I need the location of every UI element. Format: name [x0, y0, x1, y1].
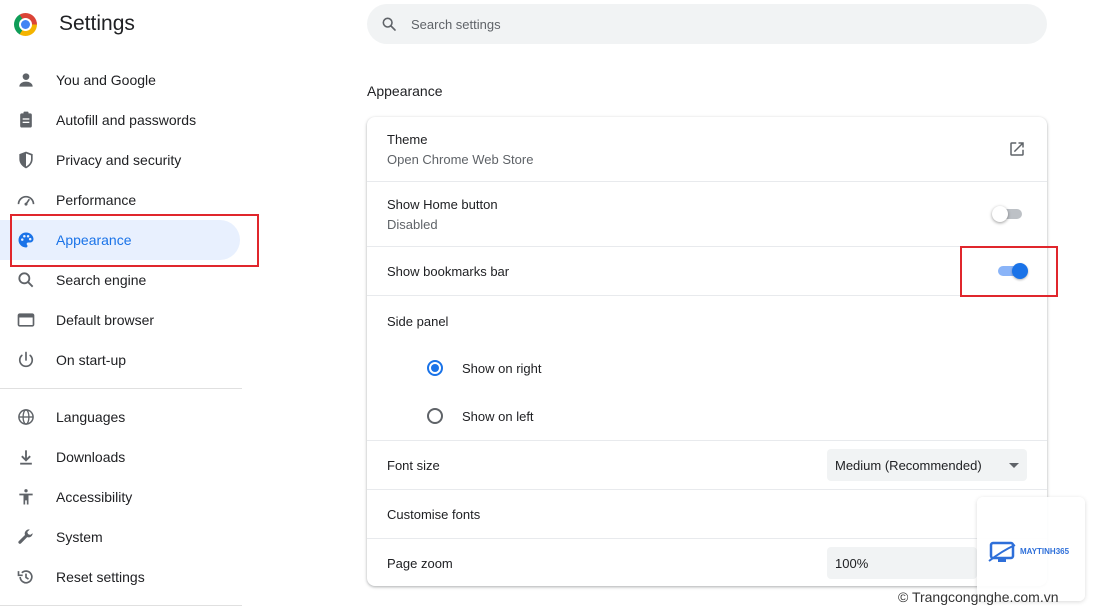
- theme-sublabel: Open Chrome Web Store: [387, 152, 534, 167]
- radio-show-on-right-label: Show on right: [462, 361, 542, 376]
- sidebar-divider: [0, 605, 242, 606]
- person-icon: [19, 73, 33, 87]
- sidebar-item-label: Reset settings: [56, 569, 145, 585]
- sidebar-item-you-and-google[interactable]: You and Google: [0, 60, 242, 100]
- customise-fonts-label: Customise fonts: [387, 507, 481, 522]
- home-button-toggle[interactable]: [992, 202, 1024, 226]
- search-bar[interactable]: [367, 4, 1047, 44]
- search-input[interactable]: [411, 4, 1011, 44]
- sidebar-item-on-startup[interactable]: On start-up: [0, 340, 242, 380]
- side-panel-label: Side panel: [387, 314, 449, 329]
- sidebar-item-default-browser[interactable]: Default browser: [0, 300, 242, 340]
- sidebar-item-downloads[interactable]: Downloads: [0, 437, 242, 477]
- sidebar-item-label: You and Google: [56, 72, 156, 88]
- toggle-knob: [992, 206, 1008, 222]
- globe-icon: [18, 409, 34, 425]
- speedometer-icon: [17, 195, 35, 206]
- font-size-select[interactable]: Medium (Recommended): [827, 449, 1027, 481]
- sidebar-item-privacy[interactable]: Privacy and security: [0, 140, 242, 180]
- sidebar-item-label: Autofill and passwords: [56, 112, 197, 128]
- sidebar-item-label: Privacy and security: [56, 152, 182, 168]
- sidebar-item-label: Search engine: [56, 272, 147, 288]
- sidebar-item-label: Default browser: [56, 312, 155, 328]
- sidebar-item-label: Languages: [56, 409, 126, 425]
- download-icon: [20, 450, 32, 465]
- sidebar-nav: You and Google Autofill and passwords Pr…: [0, 60, 242, 614]
- radio-show-on-left[interactable]: [427, 408, 443, 424]
- clipboard-icon: [20, 111, 32, 128]
- open-in-new-icon[interactable]: [1008, 140, 1026, 158]
- settings-page: Settings You and Google Autofill and pas…: [0, 0, 1094, 615]
- sidebar-item-autofill[interactable]: Autofill and passwords: [0, 100, 242, 140]
- highlight-box-bookmarks-toggle: [960, 246, 1058, 297]
- radio-show-on-right[interactable]: [427, 360, 443, 376]
- shield-icon: [19, 151, 33, 169]
- sidebar-divider: [0, 388, 242, 389]
- home-button-sublabel: Disabled: [387, 217, 438, 232]
- font-size-value: Medium (Recommended): [835, 458, 982, 473]
- sidebar-item-label: On start-up: [56, 352, 127, 368]
- sidebar-item-label: Performance: [56, 192, 137, 208]
- sidebar-item-reset-settings[interactable]: Reset settings: [0, 557, 242, 597]
- appearance-card: Theme Open Chrome Web Store Show Home bu…: [367, 117, 1047, 586]
- home-button-label: Show Home button: [387, 197, 498, 212]
- accessibility-icon: [19, 489, 33, 505]
- highlight-box-appearance: [10, 214, 259, 267]
- app-title: Settings: [59, 12, 135, 35]
- home-button-row: Show Home button Disabled: [367, 182, 1047, 247]
- chevron-down-icon: [1009, 463, 1019, 468]
- power-icon: [18, 351, 34, 368]
- search-icon: [18, 272, 34, 288]
- history-icon: [17, 570, 33, 584]
- sidebar-item-label: Accessibility: [56, 489, 133, 505]
- side-panel-row: Side panel Show on right Show on left: [367, 296, 1047, 441]
- sidebar-item-label: System: [56, 529, 103, 545]
- wrench-icon: [18, 529, 33, 544]
- maytinh365-logo-icon: [988, 541, 1016, 562]
- page-zoom-row: Page zoom 100%: [367, 539, 1047, 586]
- search-icon: [382, 17, 396, 31]
- watermark-brand: MAYTINH365: [1020, 547, 1070, 556]
- sidebar-item-languages[interactable]: Languages: [0, 397, 242, 437]
- page-zoom-value: 100%: [835, 556, 869, 571]
- section-title: Appearance: [367, 83, 443, 99]
- font-size-row: Font size Medium (Recommended): [367, 441, 1047, 490]
- sidebar-item-label: Downloads: [56, 449, 126, 465]
- browser-window-icon: [17, 313, 35, 327]
- sidebar-item-accessibility[interactable]: Accessibility: [0, 477, 242, 517]
- bookmarks-bar-row: Show bookmarks bar: [367, 247, 1047, 296]
- watermark-copyright: © Trangcongnghe.com.vn: [898, 589, 1059, 605]
- radio-show-on-left-label: Show on left: [462, 409, 534, 424]
- theme-row[interactable]: Theme Open Chrome Web Store: [367, 117, 1047, 182]
- page-zoom-select[interactable]: 100%: [827, 547, 977, 579]
- chrome-logo-icon: [14, 13, 37, 36]
- bookmarks-bar-label: Show bookmarks bar: [387, 264, 510, 279]
- sidebar-item-system[interactable]: System: [0, 517, 242, 557]
- page-zoom-label: Page zoom: [387, 556, 453, 571]
- font-size-label: Font size: [387, 458, 440, 473]
- theme-label: Theme: [387, 132, 428, 147]
- customise-fonts-row[interactable]: Customise fonts: [367, 490, 1047, 539]
